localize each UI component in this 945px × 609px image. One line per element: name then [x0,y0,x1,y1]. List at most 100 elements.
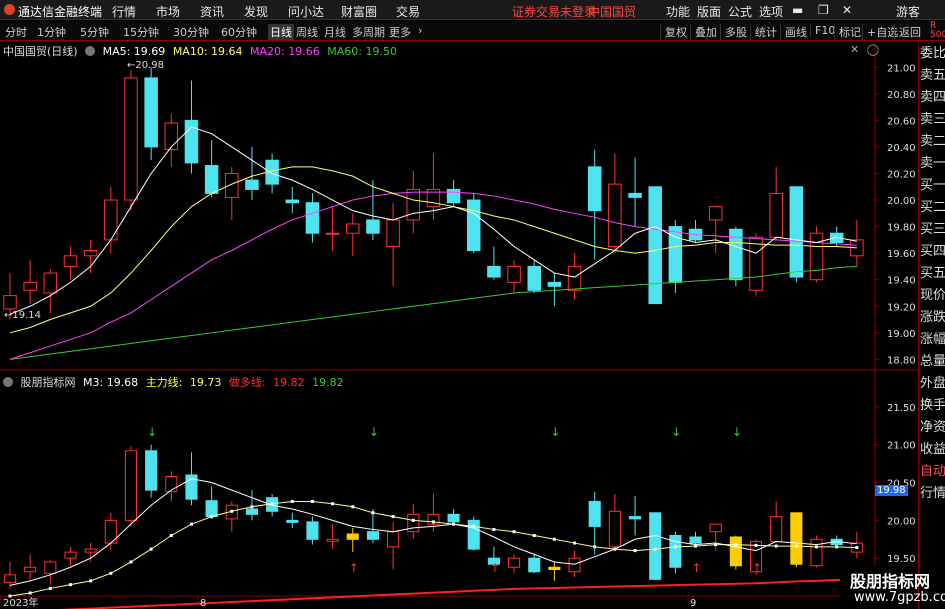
side-panel-item-13: 涨幅 [920,332,945,347]
indicator-bar [64,551,77,559]
buy-signal-arrow: ↑ [490,561,500,575]
side-badge: R 500 [930,22,945,40]
main-force-dot [310,499,314,503]
main-force-dot [835,545,839,549]
main-force-dot [512,530,516,534]
chart-settings-icon[interactable] [85,46,96,56]
candle-body [809,232,824,281]
main-force-dot [331,502,335,506]
indicator-bar [709,523,722,533]
main-force-dot [371,511,375,515]
main-force-dot [815,545,819,549]
main-legend: 中国国贸(日线) MA5: 19.69 MA10: 19.64 MA20: 19… [3,43,401,59]
legend-m3: M3: 19.68 [83,376,139,389]
indicator-bar [649,512,662,580]
candle-body [789,186,804,278]
candle-body [648,186,662,305]
main-axis-label: 21.00 [887,63,916,74]
side-panel-item-2: 卖四 [920,90,945,105]
main-force-dot [673,545,677,549]
candle-body [325,232,340,235]
side-panel-item-20[interactable]: 行情 [919,482,945,504]
indicator-bar [528,557,541,573]
sub-axis-label: 19.50 [887,554,916,565]
candle-body [608,183,622,248]
main-force-dot [169,533,173,537]
indicator-bar [3,574,17,583]
kline-chart[interactable]: ←20.98 ←19.14 ↓ ↓ ↓ ↓ ↓ ↑ ↑ ↑ ↑ 21.00 20.80 20.60 20… [0,0,918,609]
legend-gain-line-label: 做多线 [228,376,262,389]
indicator-bar [326,538,339,542]
side-panel-item-0: 委比 [920,46,945,61]
indicator-bar [145,450,158,491]
indicator-bar [568,557,581,573]
side-panel-item-8: 买三 [920,222,945,237]
indicator-bar [245,508,258,515]
indicator-legend: 股朋指标网 M3: 19.68 主力线: 19.73 做多线: 19.82 19… [3,374,348,390]
candle-body [3,295,17,310]
watermark: 股朋指标网 www.7gpzb.com [840,566,945,609]
indicator-settings-icon[interactable] [3,377,13,387]
chart-close-icon[interactable]: ✕ [850,43,859,56]
indicator-bar [629,516,642,520]
indicator-bar [24,566,37,573]
main-force-dot [754,543,758,547]
main-force-dot [48,586,52,590]
side-panel-item-3: 卖三 [920,112,945,127]
main-force-dot [230,509,234,513]
ma60-line [9,265,857,360]
indicator-bar [346,533,359,540]
side-panel-item-1: 卖五 [920,68,945,83]
indicator-bar [306,521,319,540]
side-badge-bottom: 500 [930,30,945,40]
main-force-dot [351,505,355,509]
candle-body [164,122,179,151]
candle-body [63,255,78,267]
candle-body [23,281,37,291]
main-force-dot [89,579,93,583]
main-axis-label: 19.80 [887,223,916,234]
indicator-bar [366,531,379,540]
candle-body [144,77,158,148]
watermark-url: www.7gpzb.com [854,590,945,605]
main-force-dot [391,515,395,519]
main-axis-label: 19.00 [887,329,916,340]
indicator-bar [588,500,601,527]
main-axis-label: 20.20 [887,169,916,180]
indicator-bar [84,548,97,553]
main-force-dot [855,546,859,550]
candle-body [124,77,138,201]
side-panel-item-5: 卖一 [920,156,945,171]
candle-body [507,265,521,283]
date-axis-label: 9 [690,598,696,609]
main-force-dot [552,537,556,541]
candle-body [708,206,723,221]
main-axis-label: 19.40 [887,276,916,287]
legend-last-value: 19.82 [312,376,344,389]
indicator-title: 股朋指标网 [20,376,76,389]
indicator-bar [387,531,400,548]
candle-body [567,265,582,291]
candle-body [83,249,98,257]
candle-body [245,179,259,190]
buy-signal-arrow: ↑ [349,561,359,575]
indicator-bar [286,519,299,523]
main-axis-label: 20.60 [887,116,916,127]
gain-line [60,578,857,609]
candle-body [446,188,461,204]
side-panel-item-12: 涨跌 [920,310,945,325]
side-panel-item-19[interactable]: 自动 [919,460,945,482]
legend-ma20: MA20: 19.66 [250,45,320,58]
side-panel-item-7: 买二 [920,200,945,215]
candle-body [749,236,763,291]
indicator-bar [790,512,803,565]
chart-restore-icon[interactable]: ◯ [867,43,879,56]
main-force-dot [129,560,133,564]
indicator-bar [447,513,460,523]
main-force-dot [250,505,254,509]
indicator-bar [44,561,57,574]
candle-body [587,166,602,212]
candle-body [43,272,58,294]
current-price-tag: 19.98 [875,485,908,496]
legend-ma5: MA5: 19.69 [102,45,166,58]
